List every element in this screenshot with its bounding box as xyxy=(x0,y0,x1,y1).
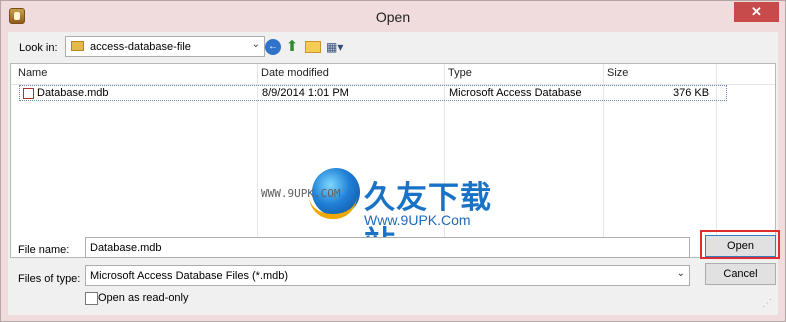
file-size: 376 KB xyxy=(673,87,710,99)
files-of-type-dropdown[interactable]: Microsoft Access Database Files (*.mdb) … xyxy=(85,265,690,286)
file-list[interactable]: Name Date modified Type Size Database.md… xyxy=(10,63,776,258)
chevron-down-icon: ⌄ xyxy=(676,268,685,279)
back-icon[interactable]: ← xyxy=(265,39,281,55)
file-name-label: File name: xyxy=(18,244,70,256)
date-column-header[interactable]: Date modified xyxy=(261,67,329,79)
name-column-header[interactable]: Name xyxy=(18,67,47,79)
chevron-down-icon: ⌄ xyxy=(251,39,260,50)
list-header: Name Date modified Type Size xyxy=(11,64,775,85)
folder-icon xyxy=(71,41,84,51)
file-name: Database.mdb xyxy=(37,87,109,99)
file-type: Microsoft Access Database xyxy=(449,87,582,99)
up-folder-icon[interactable]: ⬆ xyxy=(284,39,300,55)
dialog-client-area: Look in: access-database-file ⌄ ← ⬆ ▦▾ N… xyxy=(8,32,780,315)
open-dialog: Open ✕ Look in: access-database-file ⌄ ←… xyxy=(0,0,786,322)
open-button-highlight xyxy=(700,230,780,259)
files-of-type-value: Microsoft Access Database Files (*.mdb) xyxy=(90,270,289,282)
window-title: Open xyxy=(375,9,411,25)
look-in-value: access-database-file xyxy=(90,41,191,53)
look-in-label: Look in: xyxy=(19,42,58,54)
new-folder-icon[interactable] xyxy=(305,41,321,53)
table-row[interactable]: Database.mdb 8/9/2014 1:01 PM Microsoft … xyxy=(19,85,727,101)
title-bar: Open ✕ xyxy=(1,1,785,32)
close-button[interactable]: ✕ xyxy=(734,2,779,22)
watermark-logo: WWW.9UPK.COM 久友下载站 Www.9UPK.Com xyxy=(261,168,513,257)
file-name-field[interactable]: Database.mdb xyxy=(85,237,690,258)
views-menu-icon[interactable]: ▦▾ xyxy=(326,39,352,55)
files-of-type-label: Files of type: xyxy=(18,273,81,285)
access-file-icon xyxy=(23,88,34,99)
read-only-checkbox[interactable] xyxy=(85,292,98,305)
resize-grip-icon[interactable]: ⋰ xyxy=(762,298,772,309)
cancel-button[interactable]: Cancel xyxy=(705,263,776,285)
file-name-value: Database.mdb xyxy=(90,242,162,254)
read-only-label[interactable]: Open as read-only xyxy=(98,292,189,304)
size-column-header[interactable]: Size xyxy=(607,67,628,79)
look-in-dropdown[interactable]: access-database-file ⌄ xyxy=(65,36,265,57)
type-column-header[interactable]: Type xyxy=(448,67,472,79)
watermark-url-left: WWW.9UPK.COM xyxy=(261,187,341,200)
watermark-url-right: Www.9UPK.Com xyxy=(364,212,471,228)
file-date: 8/9/2014 1:01 PM xyxy=(262,87,349,99)
